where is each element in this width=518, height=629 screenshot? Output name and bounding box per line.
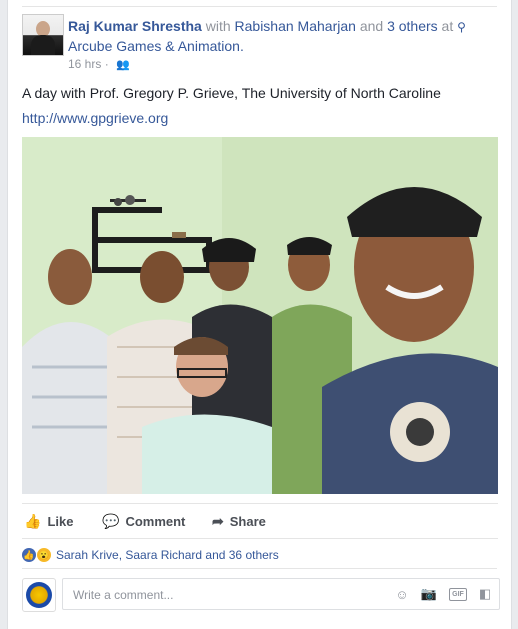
emoji-icon[interactable]: ☺ [394,586,410,602]
comment-button[interactable]: 💬 Comment [102,513,185,530]
tagged-user[interactable]: Rabishan Maharjan [235,18,356,34]
like-reaction-icon: 👍 [22,548,36,562]
share-button[interactable]: ➦ Share [212,513,266,530]
like-label: Like [47,514,74,529]
sticker-icon[interactable]: ◧ [477,586,493,602]
post-link[interactable]: http://www.gpgrieve.org [22,110,168,126]
commenter-avatar[interactable] [22,578,56,612]
post-time[interactable]: 16 hrs [68,57,101,71]
speech-bubble-icon: 💬 [102,513,120,529]
share-arrow-icon: ➦ [212,513,224,529]
friends-icon[interactable]: 👥 [116,58,130,71]
post-actions-bar: 👍 Like 💬 Comment ➦ Share [22,503,498,539]
divider [22,6,497,7]
comment-label: Comment [125,514,186,529]
with-word: with [205,18,231,34]
like-button[interactable]: 👍 Like [24,513,73,530]
at-word: at [441,18,454,34]
author-avatar[interactable] [22,14,64,56]
gif-icon[interactable]: GIF [449,588,467,601]
author-name[interactable]: Raj Kumar Shrestha [68,18,202,34]
post-text: A day with Prof. Gregory P. Grieve, The … [22,85,441,101]
post-header: Raj Kumar Shrestha with Rabishan Maharja… [68,17,488,56]
others-tagged-link[interactable]: 3 others [387,18,438,34]
comment-box[interactable]: ☺ 📷 GIF ◧ [62,578,500,610]
comment-input[interactable] [71,585,375,605]
post-photo[interactable] [22,137,498,494]
reactions-text[interactable]: Sarah Krive, Saara Richard and 36 others [56,548,279,562]
location-link[interactable]: Arcube Games & Animation. [68,38,244,54]
group-photo-illustration [22,137,498,494]
wow-reaction-icon: 😮 [36,547,52,563]
divider [22,568,497,569]
share-label: Share [229,514,266,529]
reactions-summary[interactable]: 👍 😮 Sarah Krive, Saara Richard and 36 ot… [22,547,279,563]
location-pin-icon: ⚲ [457,20,466,34]
camera-icon[interactable]: 📷 [421,586,437,602]
and-word: and [359,18,384,34]
post-meta: 16 hrs · 👥 [68,57,130,71]
post-card: Raj Kumar Shrestha with Rabishan Maharja… [7,0,512,629]
thumbs-up-icon: 👍 [24,513,42,529]
